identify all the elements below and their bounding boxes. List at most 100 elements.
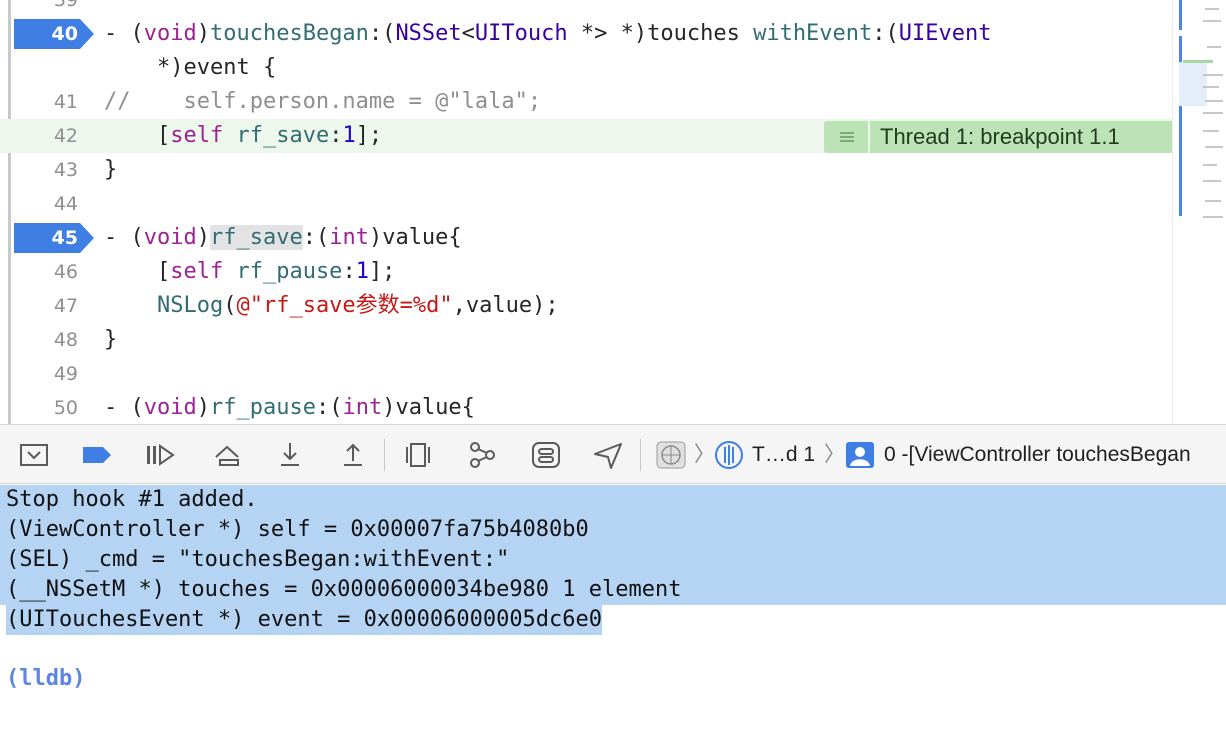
code-line[interactable]: 47 NSLog(@"rf_save参数=%d",value); [0, 289, 1172, 323]
code-token: } [104, 327, 118, 352]
code-line[interactable]: 41 // self.person.name = @"lala"; [0, 85, 1172, 119]
code-text[interactable]: - (void)rf_save:(int)value{ [104, 221, 462, 255]
code-line[interactable]: 44 [0, 187, 1172, 221]
breadcrumb-stack-frame[interactable]: 0 -[ViewController touchesBegan [884, 425, 1191, 485]
code-text[interactable]: *)event { [104, 51, 276, 85]
code-text[interactable]: - (void)rf_pause:(int)value{ [104, 391, 475, 424]
code-line[interactable]: 49 [0, 357, 1172, 391]
code-token: : [329, 123, 343, 148]
simulate-location-icon[interactable] [591, 439, 625, 471]
code-token: NSSet [395, 21, 462, 46]
breakpoint-annotation-text: Thread 1: breakpoint 1.1 [870, 121, 1172, 153]
console-line: (__NSSetM *) touches = 0x00006000034be98… [0, 575, 1226, 605]
line-number[interactable]: 49 [24, 357, 78, 391]
code-token: :( [302, 225, 330, 250]
breakpoints-toggle-icon[interactable] [80, 439, 114, 471]
console-line: (SEL) _cmd = "touchesBegan:withEvent:" [0, 545, 1226, 575]
code-line[interactable]: 43} [0, 153, 1172, 187]
minimap[interactable] [1172, 0, 1226, 424]
code-line[interactable]: 45 - (void)rf_save:(int)value{ [0, 221, 1172, 255]
code-token: [ [104, 123, 171, 148]
annotation-menu-icon[interactable] [824, 121, 868, 153]
view-hierarchy-icon[interactable] [401, 439, 435, 471]
stack-frame-icon[interactable] [843, 439, 877, 471]
debug-console[interactable]: Stop hook #1 added. (ViewController *) se… [0, 484, 1226, 744]
step-into-icon[interactable] [273, 439, 307, 471]
hide-debug-area-icon[interactable] [17, 439, 51, 471]
continue-icon[interactable] [143, 439, 177, 471]
code-token: ]; [355, 123, 383, 148]
code-token: ) [196, 225, 210, 250]
code-token: ( [223, 293, 237, 318]
line-number[interactable]: 48 [24, 323, 78, 357]
code-token: - ( [104, 225, 144, 250]
thread-icon[interactable] [713, 439, 747, 471]
code-line[interactable]: 40 - (void)touchesBegan:(NSSet<UITouch *>… [0, 17, 1172, 51]
memory-graph-icon[interactable] [465, 439, 499, 471]
code-line[interactable]: 39 [0, 0, 1172, 17]
code-line[interactable]: 48} [0, 323, 1172, 357]
code-text[interactable]: - (void)touchesBegan:(NSSet<UITouch *> *… [104, 17, 992, 51]
console-line: (UITouchesEvent *) event = 0x00006000005… [6, 605, 603, 635]
code-token: : [342, 259, 356, 284]
code-token: int [329, 225, 369, 250]
code-token: < [461, 21, 475, 46]
code-token: rf_save [236, 123, 330, 148]
code-text[interactable]: } [104, 153, 117, 187]
code-line[interactable]: 46 [self rf_pause:1]; [0, 255, 1172, 289]
code-token: )value{ [382, 395, 475, 420]
code-text[interactable]: [self rf_save:1]; [104, 119, 382, 153]
line-number[interactable]: 44 [24, 187, 78, 221]
step-over-icon[interactable] [210, 439, 244, 471]
code-token: ]; [368, 259, 396, 284]
code-text[interactable]: [self rf_pause:1]; [104, 255, 395, 289]
breadcrumb-chevron: 〉 [824, 443, 845, 466]
code-token: } [104, 157, 118, 182]
code-token: NSLog [156, 293, 224, 318]
code-line[interactable]: *)event { [0, 51, 1172, 85]
step-out-icon[interactable] [336, 439, 370, 471]
code-text[interactable]: // self.person.name = @"lala"; [104, 85, 541, 119]
line-number[interactable]: 50 [24, 391, 78, 424]
environment-overrides-icon[interactable] [529, 439, 563, 471]
toolbar-divider [384, 439, 385, 471]
code-token: int [342, 395, 383, 420]
code-token: [ [104, 259, 171, 284]
code-token: touchesBegan [209, 21, 369, 46]
line-number[interactable]: 41 [24, 85, 78, 119]
code-token: *> *)touches [567, 21, 754, 46]
code-line[interactable]: 50 - (void)rf_pause:(int)value{ [0, 391, 1172, 424]
code-token: self [170, 123, 224, 148]
code-token: void [143, 21, 197, 46]
breakpoint-marker[interactable]: 45 [14, 223, 94, 253]
code-token: rf_save [209, 225, 303, 250]
lldb-prompt[interactable]: (lldb) [6, 664, 85, 694]
code-text[interactable]: } [104, 323, 117, 357]
console-line: Stop hook #1 added. [0, 485, 1226, 515]
breadcrumb-thread[interactable]: T…d 1 [752, 425, 815, 485]
breadcrumb-chevron: 〉 [694, 443, 715, 466]
code-token: void [143, 395, 197, 420]
line-number[interactable]: 39 [24, 0, 78, 17]
line-number[interactable]: 46 [24, 255, 78, 289]
toolbar-divider [640, 439, 641, 471]
breakpoint-annotation: Thread 1: breakpoint 1.1 [824, 121, 1172, 153]
breakpoint-marker[interactable]: 40 [14, 19, 94, 49]
line-number[interactable]: 42 [24, 119, 78, 153]
code-token: rf_pause [236, 259, 343, 284]
code-text[interactable]: NSLog(@"rf_save参数=%d",value); [104, 289, 559, 323]
line-number[interactable]: 43 [24, 153, 78, 187]
line-number[interactable] [24, 51, 78, 85]
debug-bar: 〉 T…d 1 〉 0 -[ViewController touchesBega… [0, 424, 1226, 484]
code-token: void [143, 225, 197, 250]
code-token: UITouch [474, 21, 568, 46]
code-token: :( [368, 21, 396, 46]
line-number[interactable]: 47 [24, 289, 78, 323]
code-token: @"rf_save参数=%d" [236, 293, 453, 318]
code-token: rf_pause [209, 395, 316, 420]
code-token: UIEvent [898, 21, 992, 46]
process-icon[interactable] [654, 439, 688, 471]
code-token: self [170, 259, 224, 284]
source-editor[interactable]: 39 40 - (void)touchesBegan:(NSSet<UITouch … [0, 0, 1226, 424]
